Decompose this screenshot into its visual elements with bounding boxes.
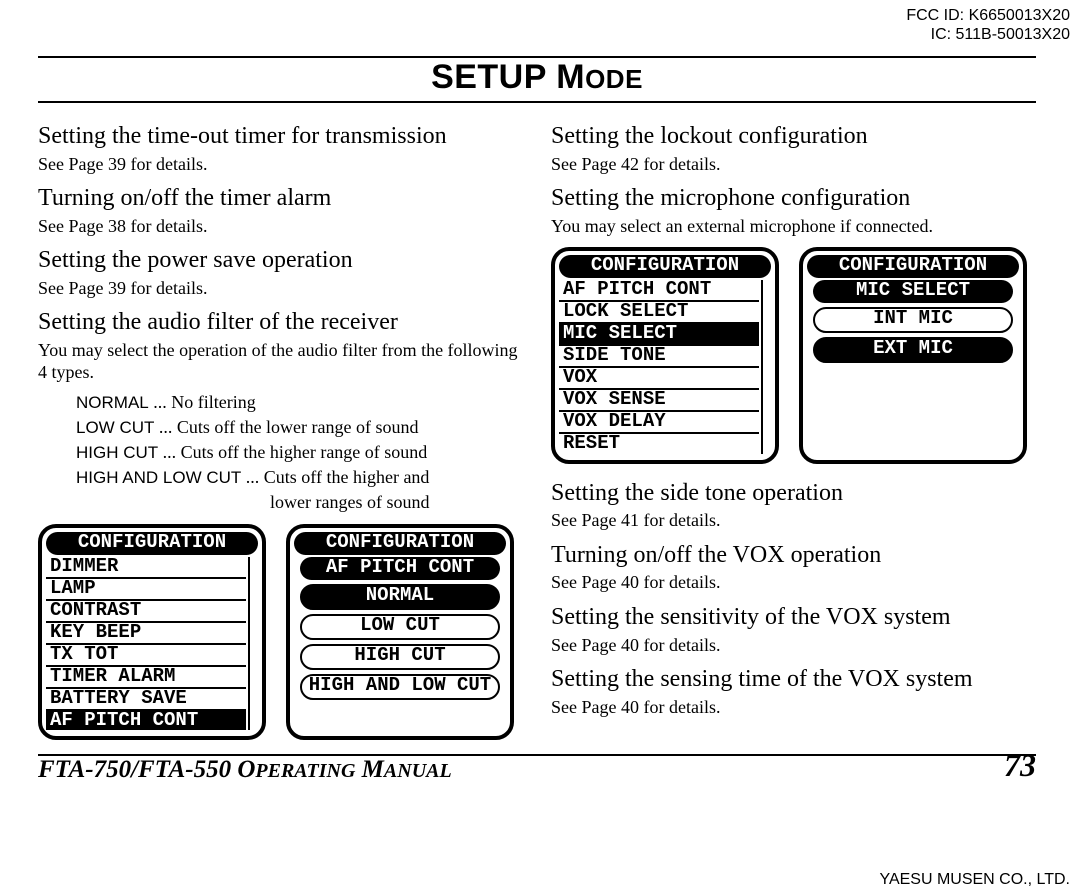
filter-lowcut-desc: ... Cuts off the lower range of sound <box>154 417 418 437</box>
left-panels: CONFIGURATION DIMMER LAMP CONTRAST KEY B… <box>38 524 523 740</box>
list-item[interactable]: RESET <box>559 434 759 454</box>
content-columns: Setting the time-out timer for transmiss… <box>38 113 1036 740</box>
filter-normal-desc: ... No filtering <box>149 392 256 412</box>
list-item[interactable]: KEY BEEP <box>46 623 246 645</box>
scrollbar-track[interactable] <box>761 280 771 454</box>
left-column: Setting the time-out timer for transmiss… <box>38 113 523 740</box>
panel-items: DIMMER LAMP CONTRAST KEY BEEP TX TOT TIM… <box>46 557 246 731</box>
panel-title: CONFIGURATION <box>807 255 1019 278</box>
list-item-selected[interactable]: MIC SELECT <box>559 324 759 346</box>
config-options-panel-right: CONFIGURATION MIC SELECT INT MIC EXT MIC <box>799 247 1027 463</box>
option-item[interactable]: INT MIC <box>813 307 1013 333</box>
filter-highcut-label: HIGH CUT <box>76 443 158 462</box>
list-item[interactable]: VOX SENSE <box>559 390 759 412</box>
config-options-panel-left: CONFIGURATION AF PITCH CONT NORMAL LOW C… <box>286 524 514 740</box>
filter-normal: NORMAL ... No filtering <box>76 390 523 415</box>
heading-side-tone: Setting the side tone operation <box>551 480 1036 508</box>
heading-vox-time: Setting the sensing time of the VOX syst… <box>551 666 1036 694</box>
manual-c: M <box>355 756 383 783</box>
text-timeout: See Page 39 for details. <box>38 153 523 176</box>
panel-title: CONFIGURATION <box>559 255 771 278</box>
heading-vox-sens: Setting the sensitivity of the VOX syste… <box>551 604 1036 632</box>
panel-subheader: MIC SELECT <box>813 280 1013 303</box>
filter-highcut: HIGH CUT ... Cuts off the higher range o… <box>76 440 523 465</box>
right-panels: CONFIGURATION AF PITCH CONT LOCK SELECT … <box>551 247 1036 463</box>
company-name: YAESU MUSEN CO., LTD. <box>879 871 1070 889</box>
text-mic: You may select an external microphone if… <box>551 215 1036 238</box>
heading-mic: Setting the microphone configuration <box>551 185 1036 213</box>
text-power-save: See Page 39 for details. <box>38 277 523 300</box>
option-selected[interactable]: EXT MIC <box>813 337 1013 363</box>
text-vox-sens: See Page 40 for details. <box>551 634 1036 657</box>
option-item[interactable]: LOW CUT <box>300 614 500 640</box>
rule-bottom <box>38 101 1036 103</box>
page: FCC ID: K6650013X20 IC: 511B-50013X20 SE… <box>0 0 1074 895</box>
list-item[interactable]: VOX DELAY <box>559 412 759 434</box>
right-column: Setting the lockout configuration See Pa… <box>551 113 1036 740</box>
manual-d: ANUAL <box>384 760 452 782</box>
panel-items: AF PITCH CONT LOCK SELECT MIC SELECT SID… <box>559 280 759 454</box>
filter-highlow-desc2: lower ranges of sound <box>270 490 523 514</box>
filter-highcut-desc: ... Cuts off the higher range of sound <box>158 442 427 462</box>
panel-title: CONFIGURATION <box>294 532 506 555</box>
list-item[interactable]: SIDE TONE <box>559 346 759 368</box>
panel-title: CONFIGURATION <box>46 532 258 555</box>
list-item[interactable]: LAMP <box>46 579 246 601</box>
title-main: SETUP M <box>431 58 585 96</box>
text-timer-alarm: See Page 38 for details. <box>38 215 523 238</box>
fcc-id: FCC ID: K6650013X20 <box>906 6 1070 25</box>
ic-id: IC: 511B-50013X20 <box>906 25 1070 44</box>
scrollbar-track[interactable] <box>248 557 258 731</box>
list-item[interactable]: VOX <box>559 368 759 390</box>
heading-audio-filter: Setting the audio filter of the receiver <box>38 309 523 337</box>
option-item[interactable]: HIGH CUT <box>300 644 500 670</box>
text-vox-time: See Page 40 for details. <box>551 696 1036 719</box>
footer-row: FTA-750/FTA-550 OPERATING MANUAL 73 <box>38 756 1036 784</box>
list-item[interactable]: TX TOT <box>46 645 246 667</box>
list-item[interactable]: DIMMER <box>46 557 246 579</box>
heading-timeout: Setting the time-out timer for transmiss… <box>38 123 523 151</box>
heading-lockout: Setting the lockout configuration <box>551 123 1036 151</box>
manual-a: FTA-750/FTA-550 O <box>38 756 255 783</box>
filter-lowcut: LOW CUT ... Cuts off the lower range of … <box>76 415 523 440</box>
regulatory-ids: FCC ID: K6650013X20 IC: 511B-50013X20 <box>906 6 1070 44</box>
filter-highlowcut: HIGH AND LOW CUT ... Cuts off the higher… <box>76 465 523 514</box>
text-side-tone: See Page 41 for details. <box>551 509 1036 532</box>
heading-timer-alarm: Turning on/off the timer alarm <box>38 185 523 213</box>
panel-body: AF PITCH CONT LOCK SELECT MIC SELECT SID… <box>559 280 771 454</box>
page-title: SETUP MODE <box>38 58 1036 97</box>
config-list-panel-left: CONFIGURATION DIMMER LAMP CONTRAST KEY B… <box>38 524 266 740</box>
list-item[interactable]: TIMER ALARM <box>46 667 246 689</box>
option-selected[interactable]: NORMAL <box>300 584 500 610</box>
panel-body: DIMMER LAMP CONTRAST KEY BEEP TX TOT TIM… <box>46 557 258 731</box>
option-item[interactable]: HIGH AND LOW CUT <box>300 674 500 700</box>
heading-vox: Turning on/off the VOX operation <box>551 542 1036 570</box>
list-item[interactable]: BATTERY SAVE <box>46 689 246 711</box>
manual-b: PERATING <box>255 760 355 782</box>
filter-lowcut-label: LOW CUT <box>76 418 154 437</box>
filter-highlow-desc1: ... Cuts off the higher and <box>241 467 429 487</box>
list-item[interactable]: LOCK SELECT <box>559 302 759 324</box>
panel-subheader: AF PITCH CONT <box>300 557 500 580</box>
list-item[interactable]: AF PITCH CONT <box>559 280 759 302</box>
filter-normal-label: NORMAL <box>76 393 149 412</box>
manual-name: FTA-750/FTA-550 OPERATING MANUAL <box>38 756 452 784</box>
title-smallcaps: ODE <box>585 64 643 94</box>
heading-power-save: Setting the power save operation <box>38 247 523 275</box>
text-lockout: See Page 42 for details. <box>551 153 1036 176</box>
page-number: 73 <box>1004 747 1036 784</box>
config-list-panel-right: CONFIGURATION AF PITCH CONT LOCK SELECT … <box>551 247 779 463</box>
filter-list: NORMAL ... No filtering LOW CUT ... Cuts… <box>76 390 523 514</box>
filter-highlow-label: HIGH AND LOW CUT <box>76 468 241 487</box>
list-item-selected[interactable]: AF PITCH CONT <box>46 711 246 731</box>
list-item[interactable]: CONTRAST <box>46 601 246 623</box>
text-audio-filter: You may select the operation of the audi… <box>38 339 523 384</box>
text-vox: See Page 40 for details. <box>551 571 1036 594</box>
